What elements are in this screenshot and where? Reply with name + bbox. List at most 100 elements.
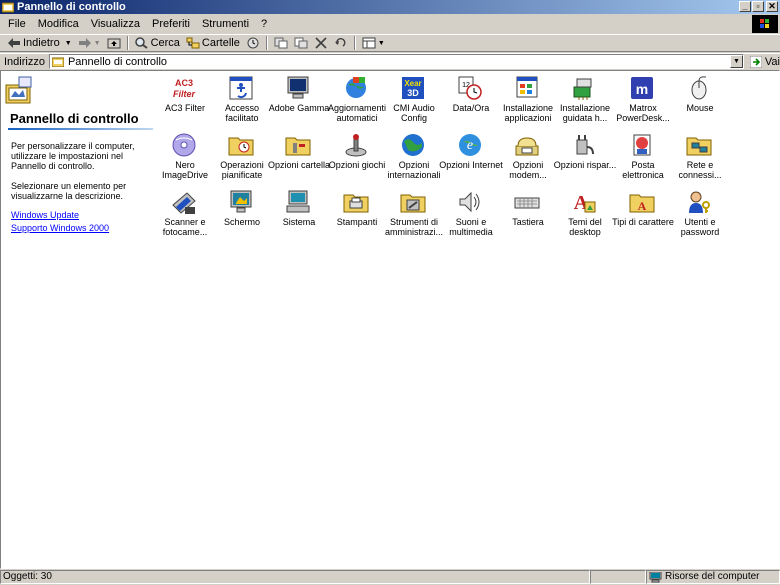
- control-panel-item[interactable]: Rete e connessi...: [672, 130, 728, 186]
- control-panel-item[interactable]: Installazione guidata h...: [557, 73, 613, 129]
- control-panel-item[interactable]: Opzioni cartella: [268, 130, 330, 186]
- views-button[interactable]: ▼: [359, 35, 388, 51]
- toolbar-separator: [265, 36, 268, 50]
- views-dropdown-icon[interactable]: ▼: [378, 40, 385, 47]
- control-panel-item[interactable]: 12 Data/Ora: [443, 73, 499, 129]
- history-icon: [247, 37, 259, 49]
- hardware-wizard-icon: [573, 78, 592, 100]
- explorer-window: Pannello di controllo _ ▫ ✕ File Modific…: [0, 0, 780, 585]
- ac3-filter-icon: AC3Filter: [173, 78, 196, 99]
- back-dropdown-icon[interactable]: ▼: [65, 40, 72, 47]
- control-panel-item[interactable]: Sistema: [271, 187, 327, 243]
- back-label: Indietro: [23, 37, 60, 49]
- pane-hint: Selezionare un elemento per visualizzarn…: [11, 181, 127, 201]
- control-panel-item[interactable]: Mouse: [672, 73, 728, 129]
- network-icon: [686, 137, 712, 156]
- control-panel-item[interactable]: Utenti e password: [672, 187, 728, 243]
- control-panel-item-label: Opzioni Internet: [439, 160, 503, 170]
- control-panel-item[interactable]: e Opzioni Internet: [439, 130, 503, 186]
- joystick-icon: [345, 134, 367, 157]
- control-panel-item[interactable]: Adobe Gamma: [269, 73, 329, 129]
- control-panel-item-label: Temi del desktop: [568, 217, 602, 237]
- control-panel-item-label: Aggiornamenti automatici: [327, 103, 387, 123]
- control-panel-item[interactable]: Accesso facilitato: [214, 73, 270, 129]
- globe-update-icon: [346, 77, 366, 98]
- control-panel-item[interactable]: Opzioni giochi: [329, 130, 385, 186]
- search-button[interactable]: Cerca: [132, 35, 183, 51]
- control-panel-item[interactable]: m Matrox PowerDesk...: [615, 73, 671, 129]
- control-panel-item-label: CMI Audio Config: [393, 103, 435, 123]
- printer-folder-icon: [343, 194, 369, 213]
- control-panel-item[interactable]: A Temi del desktop: [557, 187, 613, 243]
- matrox-icon: m: [631, 77, 653, 99]
- control-panel-item[interactable]: Stampanti: [329, 187, 385, 243]
- menu-view[interactable]: Visualizza: [85, 16, 146, 32]
- speaker-icon: [459, 191, 480, 213]
- menu-edit[interactable]: Modifica: [32, 16, 85, 32]
- control-panel-item-label: Opzioni rispar...: [553, 160, 617, 170]
- nero-disc-icon: [172, 133, 196, 157]
- control-panel-item[interactable]: Opzioni modem...: [500, 130, 556, 186]
- power-plug-icon: [576, 135, 594, 155]
- mail-icon: [633, 134, 651, 156]
- monitor-icon: [287, 76, 309, 99]
- control-panel-item[interactable]: Opzioni internazionali: [386, 130, 442, 186]
- control-panel-item-label: Opzioni internazionali: [387, 160, 441, 180]
- control-panel-item[interactable]: Strumenti di amministrazi...: [385, 187, 443, 243]
- control-panel-item[interactable]: Opzioni rispar...: [554, 130, 616, 186]
- control-panel-item[interactable]: Xear 3D CMI Audio Config: [386, 73, 442, 129]
- keyboard-icon: [514, 197, 540, 209]
- forward-dropdown-icon[interactable]: ▼: [94, 40, 101, 47]
- up-button[interactable]: [104, 35, 124, 51]
- control-panel-item-label: Operazioni pianificate: [220, 160, 264, 180]
- standard-toolbar: Indietro ▼ ▼ Cerca Cartelle ▼: [0, 34, 780, 52]
- control-panel-item[interactable]: Scanner e fotocame...: [157, 187, 213, 243]
- move-to-button[interactable]: [271, 35, 291, 51]
- menu-file[interactable]: File: [2, 16, 32, 32]
- pane-header: Pannello di controllo: [1, 71, 159, 130]
- calendar-clock-icon: 12: [458, 76, 482, 100]
- folders-button[interactable]: Cartelle: [183, 35, 243, 51]
- windows-update-link[interactable]: Windows Update: [11, 210, 79, 220]
- copy-to-button[interactable]: [291, 35, 311, 51]
- address-bar: Indirizzo Pannello di controllo ▼ Vai: [0, 53, 780, 69]
- back-button[interactable]: Indietro ▼: [4, 35, 75, 51]
- history-button[interactable]: [243, 35, 263, 51]
- search-label: Cerca: [150, 37, 180, 49]
- accessibility-icon: [229, 76, 253, 100]
- folder-options-icon: [285, 137, 311, 156]
- delete-x-icon: [315, 37, 327, 49]
- control-panel-item-label: Mouse: [686, 103, 714, 113]
- pane-description: Per personalizzare il computer, utilizza…: [11, 141, 135, 171]
- go-button[interactable]: Vai: [749, 55, 780, 68]
- menu-favorites[interactable]: Preferiti: [146, 16, 196, 32]
- control-panel-item[interactable]: Nero ImageDrive: [157, 130, 213, 186]
- control-panel-item[interactable]: Posta elettronica: [615, 130, 671, 186]
- address-input[interactable]: Pannello di controllo ▼: [48, 54, 744, 69]
- control-panel-large-icon: [5, 76, 32, 104]
- control-panel-item[interactable]: Operazioni pianificate: [214, 130, 270, 186]
- windows-support-link[interactable]: Supporto Windows 2000: [11, 223, 109, 233]
- control-panel-item-label: Opzioni modem...: [509, 160, 547, 180]
- control-panel-item[interactable]: Tastiera: [500, 187, 556, 243]
- go-arrow-icon: [749, 55, 762, 68]
- control-panel-item-label: Schermo: [223, 217, 260, 227]
- control-panel-item[interactable]: A Tipi di carattere: [612, 187, 674, 243]
- control-panel-item-label: Tipi di carattere: [612, 217, 674, 227]
- menu-help[interactable]: ?: [255, 16, 273, 32]
- undo-button[interactable]: [331, 35, 351, 51]
- control-panel-item[interactable]: Schermo: [214, 187, 270, 243]
- admin-tools-icon: [400, 194, 426, 213]
- control-panel-item[interactable]: Suoni e multimedia: [443, 187, 499, 243]
- address-dropdown-button[interactable]: ▼: [729, 55, 743, 68]
- control-panel-item[interactable]: Installazione applicazioni: [500, 73, 556, 129]
- delete-button[interactable]: [311, 35, 331, 51]
- minimize-button[interactable]: _: [739, 1, 751, 12]
- forward-button[interactable]: ▼: [75, 35, 104, 51]
- menu-tools[interactable]: Strumenti: [196, 16, 255, 32]
- control-panel-item-label: Scanner e fotocame...: [162, 217, 208, 237]
- control-panel-item[interactable]: AC3 Filter AC3 Filter: [157, 73, 213, 129]
- close-button[interactable]: ✕: [766, 1, 778, 12]
- control-panel-item[interactable]: Aggiornamenti automatici: [328, 73, 386, 129]
- maximize-button[interactable]: ▫: [752, 1, 764, 12]
